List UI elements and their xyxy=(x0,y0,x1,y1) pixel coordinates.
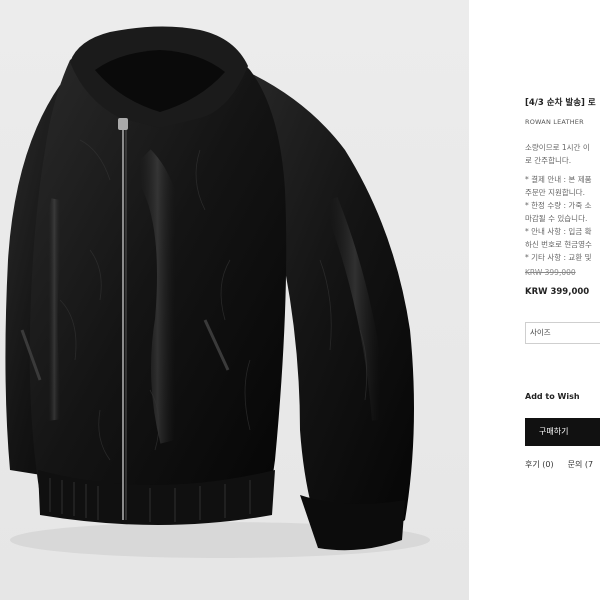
product-title: [4/3 순차 발송] 로 xyxy=(525,98,596,108)
original-price: KRW 399,000 xyxy=(525,268,576,277)
product-detail-panel: [4/3 순차 발송] 로 ROWAN LEATHER 소량이므로 1시간 이 … xyxy=(469,0,600,600)
notice-line: 로 간주합니다. xyxy=(525,156,572,165)
product-notice: 소량이므로 1시간 이 로 간주합니다. * 결제 안내 : 본 제품 주문만 … xyxy=(525,141,600,264)
review-inquiry-tabs: 후기 (0) 문의 (7 xyxy=(525,459,600,470)
notice-line: * 기타 사항 : 교환 및 xyxy=(525,253,592,262)
tab-review[interactable]: 후기 (0) xyxy=(525,460,554,469)
product-image xyxy=(0,0,469,600)
size-select[interactable]: 사이즈 xyxy=(525,322,600,344)
notice-line: 주문만 지원합니다. xyxy=(525,188,585,197)
notice-line: 하신 번호로 현금영수 xyxy=(525,240,592,249)
notice-line: 마감될 수 있습니다. xyxy=(525,214,588,223)
tab-inquiry[interactable]: 문의 (7 xyxy=(568,460,593,469)
notice-line: * 안내 사항 : 입금 확 xyxy=(525,227,592,236)
notice-line: 소량이므로 1시간 이 xyxy=(525,143,590,152)
notice-line: * 한정 수량 : 가죽 소 xyxy=(525,201,592,210)
notice-line: * 결제 안내 : 본 제품 xyxy=(525,175,592,184)
add-to-wish-link[interactable]: Add to Wish xyxy=(525,392,580,401)
product-subtitle: ROWAN LEATHER xyxy=(525,118,584,126)
sale-price: KRW 399,000 xyxy=(525,287,590,297)
leather-jacket-photo xyxy=(5,26,430,558)
buy-button[interactable]: 구매하기 xyxy=(525,418,600,446)
